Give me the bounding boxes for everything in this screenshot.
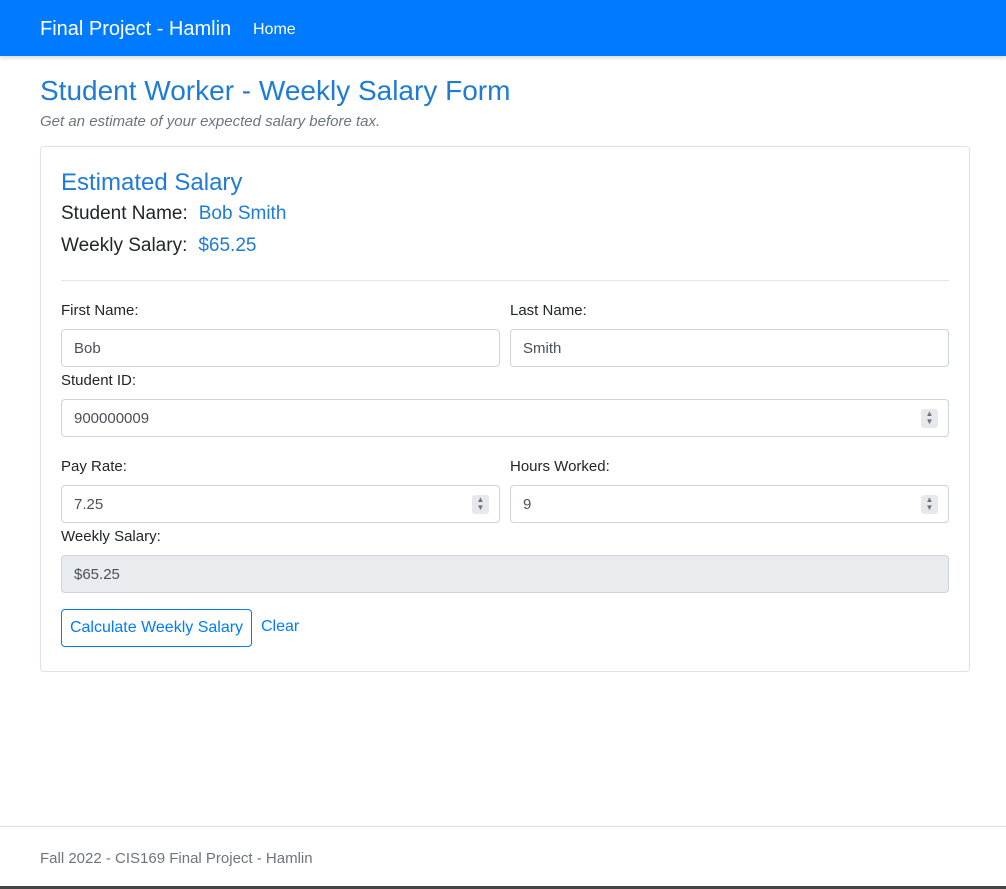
student-name-summary-value: Bob Smith bbox=[198, 203, 287, 224]
pay-rate-value: 7.25 bbox=[74, 495, 104, 513]
pay-rate-label: Pay Rate: bbox=[61, 458, 127, 475]
weekly-salary-field: $65.25 bbox=[61, 555, 949, 593]
navbar: Final Project - Hamlin Home bbox=[0, 0, 1006, 56]
page-subtitle: Get an estimate of your expected salary … bbox=[40, 113, 381, 130]
footer-text: Fall 2022 - CIS169 Final Project - Hamli… bbox=[40, 850, 313, 867]
student-id-label: Student ID: bbox=[61, 372, 137, 389]
estimated-salary-heading: Estimated Salary bbox=[61, 169, 243, 196]
last-name-value: Smith bbox=[523, 339, 562, 357]
last-name-field[interactable]: Smith bbox=[510, 329, 949, 367]
pay-rate-field[interactable]: 7.25 ▲ ▼ bbox=[61, 485, 500, 523]
weekly-salary-summary: Weekly Salary: $65.25 bbox=[61, 234, 256, 258]
weekly-salary-summary-value: $65.25 bbox=[198, 235, 257, 256]
nav-link-home[interactable]: Home bbox=[253, 20, 296, 40]
weekly-salary-label: Weekly Salary: bbox=[61, 528, 161, 545]
student-name-summary-label: Student Name: bbox=[61, 203, 188, 224]
weekly-salary-value: $65.25 bbox=[74, 565, 120, 583]
pay-rate-spinner-icon[interactable]: ▲ ▼ bbox=[472, 494, 489, 514]
footer: Fall 2022 - CIS169 Final Project - Hamli… bbox=[0, 826, 1006, 887]
clear-button[interactable]: Clear bbox=[261, 617, 299, 637]
first-name-field[interactable]: Bob bbox=[61, 329, 500, 367]
student-id-spinner-icon[interactable]: ▲ ▼ bbox=[921, 408, 938, 428]
student-name-summary: Student Name: Bob Smith bbox=[61, 202, 286, 226]
salary-form-card: Estimated Salary Student Name: Bob Smith… bbox=[40, 146, 970, 672]
first-name-label: First Name: bbox=[61, 302, 139, 319]
divider bbox=[61, 280, 949, 281]
page-title: Student Worker - Weekly Salary Form bbox=[40, 75, 511, 106]
last-name-label: Last Name: bbox=[510, 302, 587, 319]
student-id-field[interactable]: 900000009 ▲ ▼ bbox=[61, 399, 949, 437]
hours-worked-field[interactable]: 9 ▲ ▼ bbox=[510, 485, 949, 523]
hours-worked-spinner-icon[interactable]: ▲ ▼ bbox=[921, 494, 938, 514]
first-name-value: Bob bbox=[74, 339, 101, 357]
navbar-brand[interactable]: Final Project - Hamlin bbox=[40, 17, 231, 41]
calculate-weekly-salary-button[interactable]: Calculate Weekly Salary bbox=[61, 609, 252, 647]
hours-worked-label: Hours Worked: bbox=[510, 458, 610, 475]
student-id-value: 900000009 bbox=[74, 409, 150, 427]
hours-worked-value: 9 bbox=[523, 495, 532, 513]
weekly-salary-summary-label: Weekly Salary: bbox=[61, 235, 188, 256]
